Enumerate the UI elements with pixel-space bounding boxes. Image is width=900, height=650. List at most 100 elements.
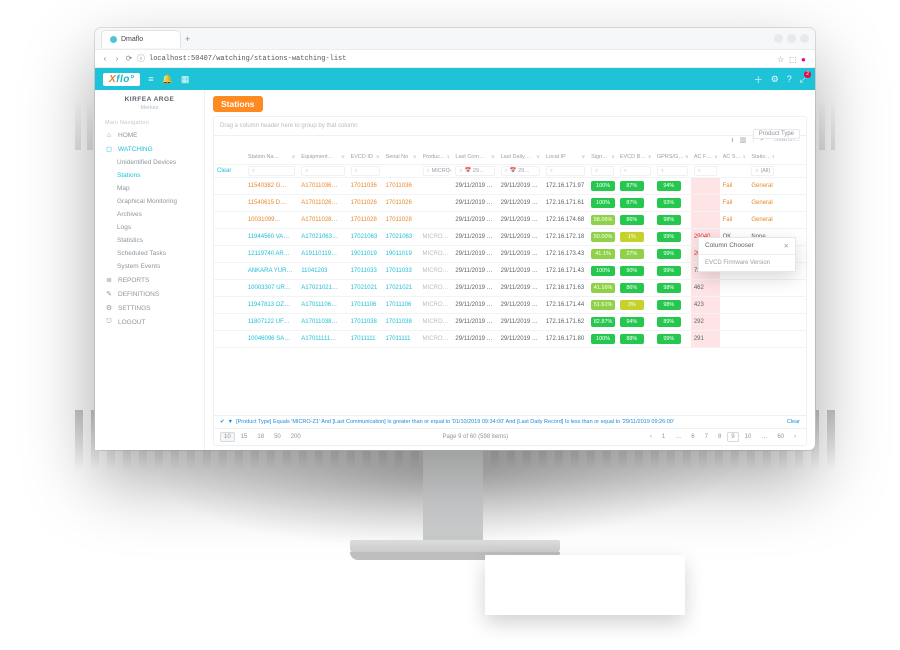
page-number[interactable]: … bbox=[757, 432, 771, 442]
funnel-icon[interactable]: ▾ bbox=[743, 153, 746, 161]
page-number[interactable]: 10 bbox=[741, 432, 756, 442]
window-min[interactable] bbox=[774, 34, 783, 43]
funnel-icon[interactable]: ▾ bbox=[685, 153, 688, 161]
grouped-chip[interactable]: Product Type bbox=[753, 129, 800, 139]
col-header[interactable]: EVCD Batt…▾ bbox=[617, 150, 654, 165]
sidebar-item-stats[interactable]: Statistics bbox=[95, 234, 204, 247]
funnel-icon[interactable]: ▾ bbox=[292, 153, 296, 161]
page-number[interactable]: 6 bbox=[687, 432, 698, 442]
page-size[interactable]: 18 bbox=[253, 432, 268, 442]
avatar-icon[interactable]: ● bbox=[801, 55, 809, 63]
funnel-icon[interactable]: ▾ bbox=[376, 153, 380, 161]
grid-icon[interactable]: ▦ bbox=[181, 74, 190, 85]
page-size[interactable]: 200 bbox=[287, 432, 305, 442]
col-header[interactable]: Signal Lev…▾ bbox=[588, 150, 617, 165]
sidebar-item-graphmon[interactable]: Graphical Monitoring bbox=[95, 195, 204, 208]
sidebar-item-stations[interactable]: Stations bbox=[95, 169, 204, 182]
funnel-icon[interactable]: ▾ bbox=[582, 153, 586, 161]
page-number[interactable]: 8 bbox=[714, 432, 725, 442]
filter-alarm[interactable]: (All) bbox=[751, 166, 774, 176]
funnel-icon[interactable]: ▾ bbox=[648, 153, 651, 161]
table-row[interactable]: 10046096 SA…A17011111…1701111117011111MI… bbox=[214, 331, 806, 348]
sidebar-item-unidentified-devices[interactable]: Unidentified Devices bbox=[95, 156, 204, 169]
page-number[interactable]: 60 bbox=[773, 432, 788, 442]
funnel-icon[interactable]: ▾ bbox=[491, 153, 495, 161]
sidebar-item-sched[interactable]: Scheduled Tasks bbox=[95, 247, 204, 260]
filter-input[interactable] bbox=[657, 166, 688, 176]
funnel-icon[interactable]: ▾ bbox=[772, 153, 774, 161]
col-header[interactable]: Product Ty…▾ bbox=[420, 150, 453, 165]
page-size[interactable]: 10 bbox=[220, 432, 235, 442]
col-header[interactable]: Station Na…▾ bbox=[245, 150, 298, 165]
column-chooser-item[interactable]: EVCD Firmware Version bbox=[699, 255, 795, 271]
page-number[interactable]: 1 bbox=[658, 432, 669, 442]
menu-icon[interactable]: ≡ bbox=[148, 74, 153, 84]
star-icon[interactable]: ☆ bbox=[777, 55, 785, 63]
filter-funnel-icon[interactable]: ▼ bbox=[228, 419, 233, 425]
col-header[interactable]: Serial No▾ bbox=[383, 150, 420, 165]
col-header[interactable]: GPRS/GSM…▾ bbox=[654, 150, 691, 165]
nav-back-icon[interactable]: ‹ bbox=[101, 54, 109, 63]
clear-filters[interactable]: Clear bbox=[214, 165, 245, 178]
filter-date-b[interactable]: 📅 29… bbox=[501, 166, 540, 176]
sidebar-item-settings[interactable]: ⚙SETTINGS bbox=[95, 301, 204, 315]
filter-product[interactable]: MICRO-… bbox=[423, 166, 450, 176]
funnel-icon[interactable]: ▾ bbox=[536, 153, 540, 161]
funnel-icon[interactable]: ▾ bbox=[447, 153, 450, 161]
table-row[interactable]: 11947813 OZ…A17011106…1701110617011106MI… bbox=[214, 297, 806, 314]
funnel-icon[interactable]: ▾ bbox=[341, 153, 345, 161]
filter-input[interactable] bbox=[591, 166, 614, 176]
page-size[interactable]: 15 bbox=[237, 432, 252, 442]
plus-icon[interactable]: ＋ bbox=[754, 73, 763, 86]
filter-check-icon[interactable]: ✔ bbox=[220, 419, 225, 425]
window-close[interactable] bbox=[800, 34, 809, 43]
nav-fwd-icon[interactable]: › bbox=[113, 54, 121, 63]
filter-input[interactable] bbox=[351, 166, 380, 176]
table-row[interactable]: 11540615 D…A17011026…170110261701102629/… bbox=[214, 195, 806, 212]
table-row[interactable]: 11540382 G…A17011036…170110361701103629/… bbox=[214, 178, 806, 195]
col-header[interactable]: AC Fail C…▾ bbox=[691, 150, 720, 165]
ext-icon[interactable]: ⬚ bbox=[789, 55, 797, 63]
sidebar-item-watching[interactable]: ◻WATCHING bbox=[95, 142, 204, 156]
funnel-icon[interactable]: ▾ bbox=[413, 153, 417, 161]
sidebar-item-map[interactable]: Map bbox=[95, 182, 204, 195]
col-header[interactable]: EVCD ID▾ bbox=[348, 150, 383, 165]
help-icon[interactable]: ? bbox=[787, 74, 792, 84]
page-prev[interactable]: ‹ bbox=[646, 432, 656, 442]
sidebar-item-logs[interactable]: Logs bbox=[95, 221, 204, 234]
expand-icon[interactable]: ⤢ 2 bbox=[800, 74, 807, 85]
filter-input[interactable] bbox=[248, 166, 295, 176]
info-icon[interactable]: ⓘ bbox=[137, 53, 145, 64]
sidebar-item-archives[interactable]: Archives bbox=[95, 208, 204, 221]
col-header[interactable]: Local IP▾ bbox=[543, 150, 588, 165]
funnel-icon[interactable]: ▾ bbox=[714, 153, 716, 161]
col-header[interactable]: Station Ala…▾ bbox=[748, 150, 777, 165]
filter-input[interactable] bbox=[301, 166, 344, 176]
filter-date-a[interactable]: 📅 29… bbox=[455, 166, 494, 176]
bell-icon[interactable]: 🔔 bbox=[162, 74, 173, 85]
filter-input[interactable] bbox=[620, 166, 651, 176]
nav-reload-icon[interactable]: ⟳ bbox=[125, 54, 133, 63]
page-number[interactable]: 9 bbox=[727, 432, 738, 442]
export-icon[interactable]: ⭳ bbox=[731, 136, 733, 147]
sidebar-item-logout[interactable]: ⎋LOGOUT bbox=[95, 315, 204, 329]
gear-icon[interactable]: ⚙ bbox=[771, 74, 779, 85]
browser-tab[interactable]: Dmaflo bbox=[101, 30, 181, 48]
col-header[interactable]: Last Com…▾ bbox=[452, 150, 497, 165]
url-field[interactable]: localhost:50407/watching/stations-watchi… bbox=[149, 55, 773, 63]
filter-input[interactable] bbox=[694, 166, 717, 176]
table-row[interactable]: 11807122 UF…A17011038…1701103817011038MI… bbox=[214, 314, 806, 331]
col-header[interactable]: AC Status▾ bbox=[720, 150, 749, 165]
sidebar-item-home[interactable]: ⌂HOME bbox=[95, 129, 204, 142]
filter-clear[interactable]: Clear bbox=[787, 419, 800, 425]
filter-input[interactable] bbox=[546, 166, 585, 176]
table-row[interactable]: 10003307 UR…A17021021…1702102117021021MI… bbox=[214, 280, 806, 297]
sidebar-item-sysevents[interactable]: System Events bbox=[95, 260, 204, 273]
page-next[interactable]: › bbox=[790, 432, 800, 442]
sidebar-item-definitions[interactable]: ✎DEFINITIONS bbox=[95, 287, 204, 301]
new-tab-button[interactable]: + bbox=[185, 34, 190, 44]
close-icon[interactable]: ✕ bbox=[784, 242, 789, 250]
col-header[interactable]: Last Daily…▾ bbox=[498, 150, 543, 165]
table-row[interactable]: 10031099…A17011028…170110281701102829/11… bbox=[214, 212, 806, 229]
page-number[interactable]: … bbox=[671, 432, 685, 442]
